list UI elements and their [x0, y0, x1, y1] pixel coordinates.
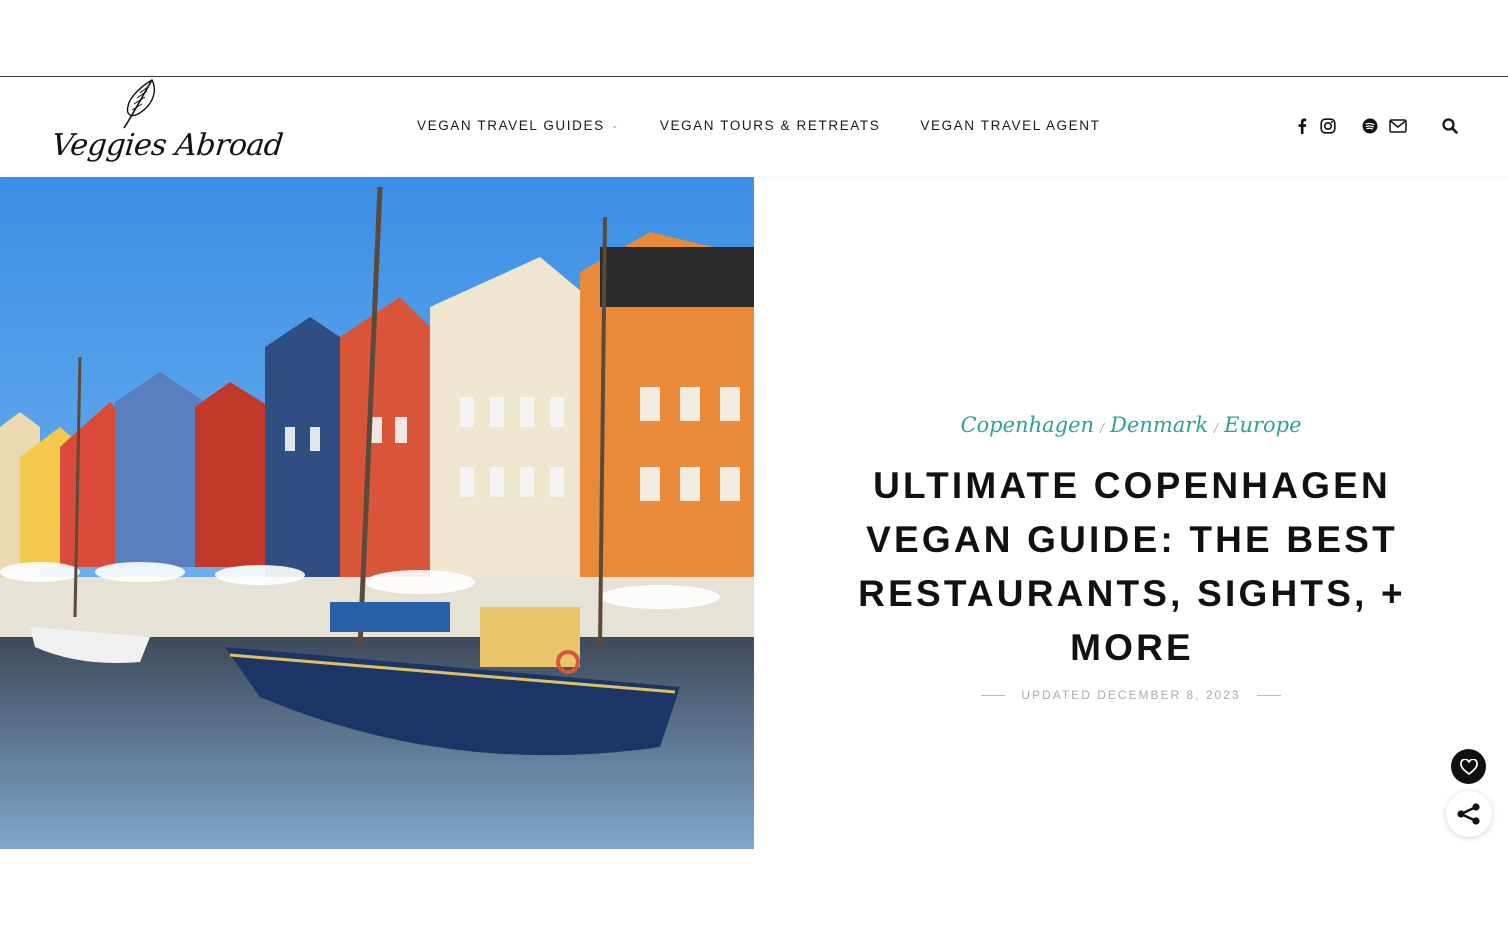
- feather-icon: [123, 79, 156, 129]
- nav-item-label: VEGAN TOURS & RETREATS: [659, 118, 881, 133]
- divider-line: [981, 694, 1006, 696]
- site-header: Veggies Abroad VEGAN TRAVEL GUIDES ⌄ VEG…: [0, 78, 1508, 176]
- logo-wordmark: Veggies Abroad: [50, 128, 285, 163]
- category-separator: /: [1214, 421, 1219, 435]
- heart-icon[interactable]: [1451, 749, 1486, 784]
- instagram-icon[interactable]: [1318, 116, 1338, 136]
- category-link-denmark[interactable]: Denmark: [1110, 413, 1208, 437]
- main-nav: VEGAN TRAVEL GUIDES ⌄ VEGAN TOURS & RETR…: [417, 118, 1100, 133]
- nav-item-label: VEGAN TRAVEL GUIDES: [417, 118, 605, 133]
- nav-item-label: VEGAN TRAVEL AGENT: [920, 118, 1101, 133]
- updated-date: UPDATED DECEMBER 8, 2023: [754, 688, 1508, 702]
- category-separator: /: [1100, 421, 1105, 435]
- hero-image: [0, 177, 754, 849]
- category-link-europe[interactable]: Europe: [1224, 413, 1301, 437]
- top-ad-strip: [0, 0, 1508, 77]
- share-icon[interactable]: [1446, 791, 1492, 837]
- category-list: Copenhagen / Denmark / Europe: [754, 413, 1508, 437]
- nav-item-vegan-travel-guides[interactable]: VEGAN TRAVEL GUIDES ⌄: [417, 118, 620, 133]
- email-icon[interactable]: [1388, 116, 1408, 136]
- site-logo[interactable]: Veggies Abroad: [48, 76, 285, 176]
- article-header: Copenhagen / Denmark / Europe ULTIMATE COPEN…: [754, 177, 1508, 849]
- divider-line: [1256, 694, 1281, 696]
- category-link-copenhagen[interactable]: Copenhagen: [960, 413, 1094, 437]
- facebook-icon[interactable]: [1292, 116, 1312, 136]
- search-icon[interactable]: [1440, 116, 1460, 136]
- page-title: ULTIMATE COPENHAGEN VEGAN GUIDE: THE BES…: [858, 465, 1406, 668]
- chevron-down-icon: ⌄: [610, 120, 620, 130]
- spotify-icon[interactable]: [1360, 116, 1380, 136]
- updated-date-text: UPDATED DECEMBER 8, 2023: [1021, 688, 1241, 702]
- nav-item-vegan-travel-agent[interactable]: VEGAN TRAVEL AGENT: [920, 118, 1100, 133]
- nav-item-vegan-tours-retreats[interactable]: VEGAN TOURS & RETREATS: [660, 118, 881, 133]
